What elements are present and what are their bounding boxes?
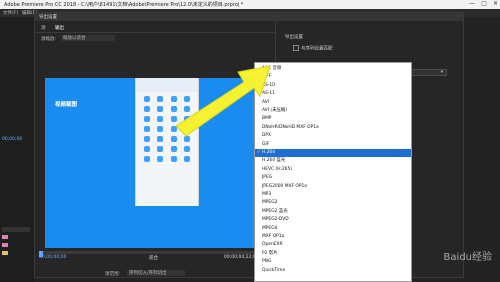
chevron-down-icon: ▾ (440, 70, 443, 75)
program-timecode: 00;00;00 (2, 137, 23, 142)
left-panel: 00;00;00 (0, 17, 34, 282)
tab-output[interactable]: 输出 (55, 25, 64, 31)
app-icon (143, 146, 150, 152)
dropdown-item[interactable]: JPEG (255, 174, 411, 182)
dialog-title: 导出设置 (39, 15, 57, 20)
timeline-track[interactable] (39, 251, 271, 254)
dropdown-item[interactable]: MPEG4 (255, 225, 411, 233)
dropdown-item[interactable]: JPEG2000 MXF OP1a (255, 183, 411, 191)
maximize-icon[interactable]: □ (481, 0, 487, 7)
divider (35, 32, 275, 33)
dropdown-item[interactable]: DNxHR/DNxHD MXF OP1a (255, 124, 411, 132)
export-settings-heading: 导出设置 (285, 35, 303, 40)
window-title: Adobe Premiere Pro CC 2018 - C:\用户\81491… (4, 2, 244, 8)
dropdown-item[interactable]: AVI (255, 99, 411, 107)
app-icon (157, 136, 164, 142)
app-icon (143, 116, 150, 122)
timecode-start: 00;00;00;00 (39, 255, 67, 260)
track-clip (2, 235, 8, 239)
app-icon (184, 156, 191, 162)
dropdown-item[interactable]: AS-11 (255, 90, 411, 98)
dropdown-item[interactable]: MPEG2-DVD (255, 216, 411, 224)
app-icon (157, 146, 164, 152)
app-icon (170, 156, 177, 162)
app-icon (184, 146, 191, 152)
fit-select[interactable]: 适合 (149, 255, 158, 261)
format-dropdown-list[interactable]: AAC 音频 AIFF AS-10 AS-11 AVI AVI (未压缩) BM… (254, 62, 412, 282)
preview-timeline[interactable]: 00;00;00;00 00;00;04;22;00 适合 (39, 251, 271, 263)
annotation-arrow-icon (176, 64, 272, 140)
app-icon (143, 126, 150, 132)
dropdown-item[interactable]: P2 影片 (255, 250, 411, 258)
app-icon (157, 156, 164, 162)
dropdown-item[interactable]: AIFF (255, 73, 411, 81)
dropdown-item[interactable]: BMP (255, 115, 411, 123)
source-range-select[interactable]: 序列切入/序列切出 (127, 270, 185, 276)
app-icon (143, 136, 150, 142)
track-clip (2, 251, 8, 255)
app-icon (143, 106, 150, 112)
dropdown-item[interactable]: MXF OP1a (255, 233, 411, 241)
dropdown-item[interactable]: GIF (255, 141, 411, 149)
match-sequence-label: 与序列设置匹配 (301, 46, 333, 52)
dropdown-item[interactable]: AAC 音频 (255, 65, 411, 73)
dialog-title-bar: 导出设置 (35, 13, 463, 21)
source-range-label: 源范围: (105, 272, 121, 277)
source-scaling-select[interactable]: 缩放以适合 (61, 35, 115, 41)
app-icon (143, 96, 150, 102)
dropdown-item[interactable]: HEVC (H.265) (255, 166, 411, 174)
menu-file[interactable]: 文件(F) (3, 10, 18, 16)
close-icon[interactable]: ✕ (493, 0, 498, 7)
watermark-logo: Baidu经验 (443, 252, 492, 263)
app-icon (157, 96, 164, 102)
dropdown-item[interactable]: QuickTime (255, 267, 411, 275)
minimize-icon[interactable]: — (469, 0, 475, 7)
dropdown-item[interactable]: MPEG2 蓝光 (255, 208, 411, 216)
preview-overlay-text: 视频截图 (55, 102, 78, 108)
app-icon (170, 146, 177, 152)
window-title-bar: Adobe Premiere Pro CC 2018 - C:\用户\81491… (0, 0, 500, 9)
dropdown-item-selected[interactable]: ✓ H.264 (255, 149, 411, 158)
dropdown-item[interactable]: AS-10 (255, 82, 411, 90)
dropdown-item[interactable]: DPX (255, 132, 411, 140)
dropdown-item[interactable]: MPEG2 (255, 199, 411, 207)
dropdown-item[interactable]: PNG (255, 258, 411, 266)
dropdown-item[interactable]: AVI (未压缩) (255, 107, 411, 115)
check-icon: ✓ (257, 150, 261, 155)
track-row (2, 227, 30, 232)
tab-source[interactable]: 源 (41, 25, 46, 31)
source-scaling-label: 源缩放: (41, 37, 57, 42)
dropdown-item[interactable]: OpenEXR (255, 241, 411, 249)
app-icon (157, 106, 164, 112)
dropdown-item-label: H.264 (262, 150, 276, 155)
track-clip (2, 243, 8, 247)
app-icon (157, 126, 164, 132)
dropdown-item[interactable]: H.264 蓝光 (255, 157, 411, 165)
match-sequence-checkbox[interactable]: 与序列设置匹配 (293, 45, 333, 52)
app-icon (143, 156, 150, 162)
dropdown-item[interactable]: MP3 (255, 191, 411, 199)
app-icon (157, 116, 164, 122)
